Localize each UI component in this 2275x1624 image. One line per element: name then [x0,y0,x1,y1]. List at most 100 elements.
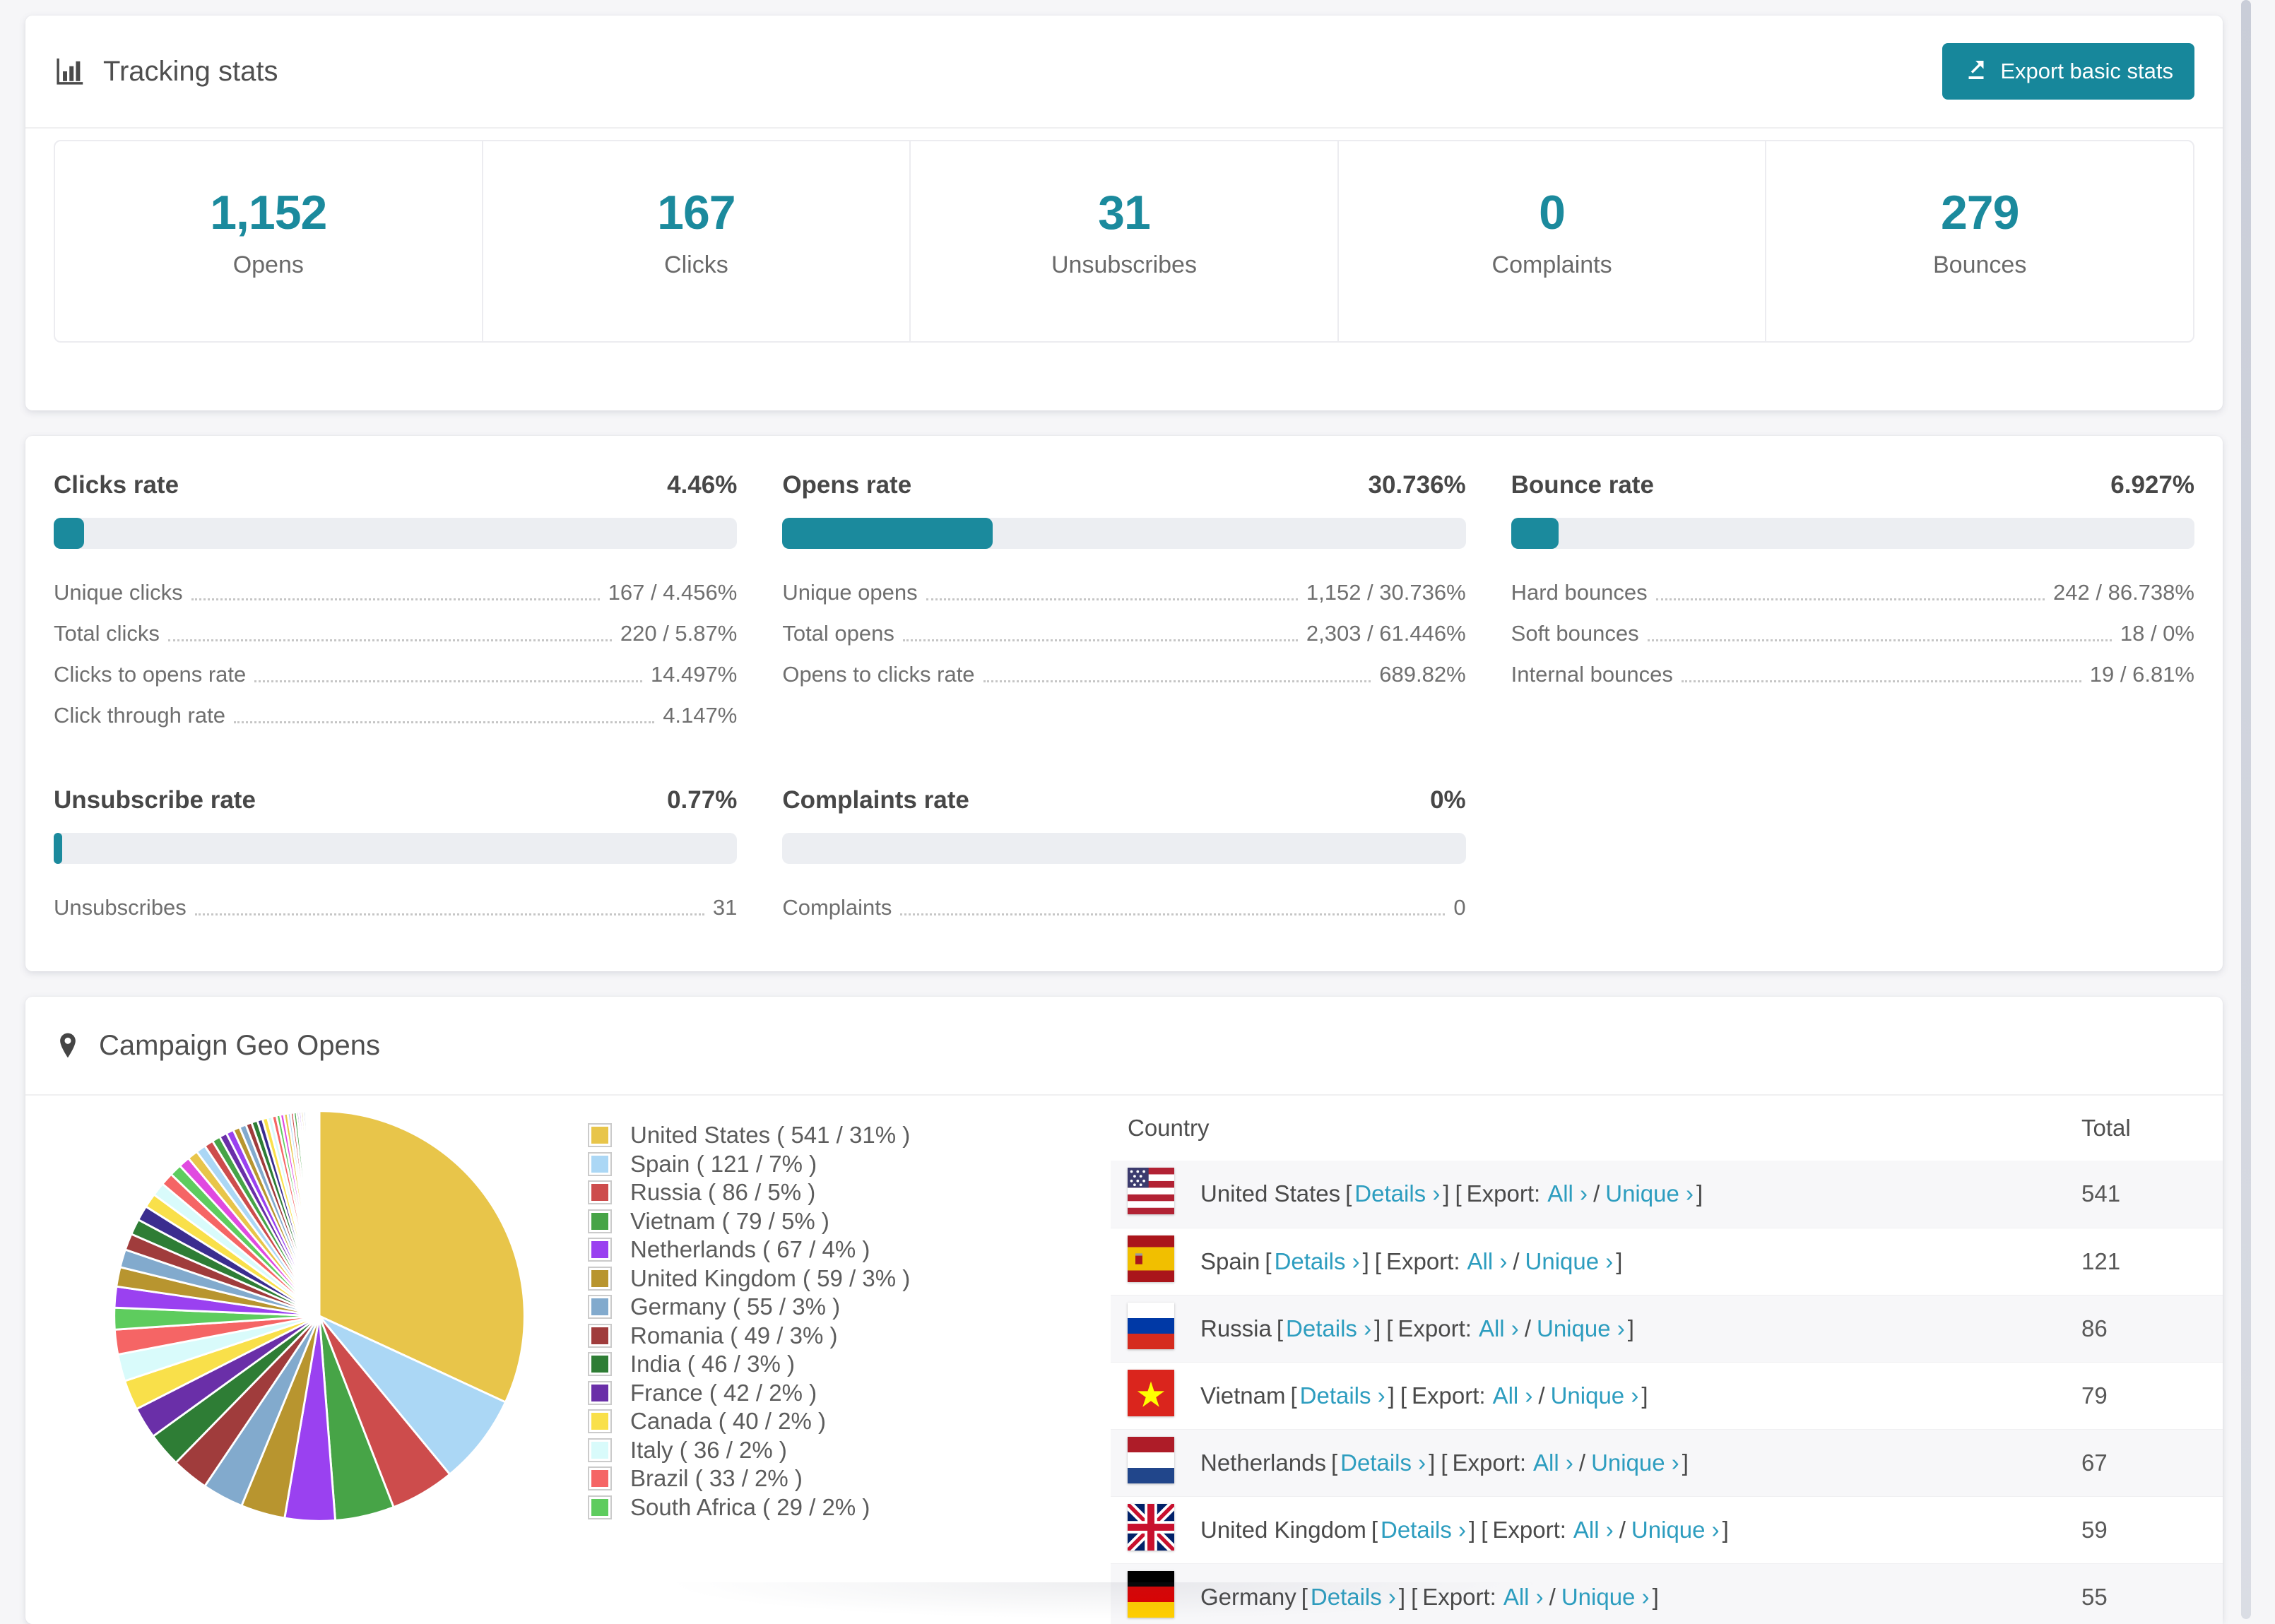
export-basic-stats-button[interactable]: Export basic stats [1942,43,2194,100]
map-pin-icon [54,1031,82,1060]
export-unique-link[interactable]: Unique › [1631,1517,1720,1543]
flag-es-icon [1128,1235,1174,1288]
rate-row-value: 14.497% [650,662,738,687]
geo-table-wrap: Country Total United States[Details ›][E… [1111,1096,2223,1624]
flag-nl-icon [1128,1436,1174,1489]
legend-label: United Kingdom ( 59 / 3% ) [630,1264,911,1291]
geo-opens-title: Campaign Geo Opens [99,1029,381,1061]
geo-table-row-vn: Vietnam[Details ›][Export: All › / Unique ›… [1111,1362,2223,1430]
page: Tracking stats Export basic stats 1,152 O… [0,0,2275,1624]
export-all-link[interactable]: All › [1479,1315,1519,1341]
rate-row-value: 2,303 / 61.446% [1306,621,1466,646]
legend-item: Spain ( 121 / 7% ) [588,1150,1111,1179]
legend-item: Vietnam ( 79 / 5% ) [588,1207,1111,1236]
export-prefix: Export: [1452,1449,1527,1476]
bracket: ] [1722,1516,1729,1543]
dotted-leader [926,598,1298,600]
bracket: ] [1469,1516,1476,1543]
rate-title: Clicks rate [54,471,179,499]
stat-label: Bounces [1933,251,2027,278]
export-unique-link[interactable]: Unique › [1605,1180,1694,1207]
export-unique-link[interactable]: Unique › [1561,1584,1650,1610]
geo-table-header-country: Country [1128,1115,1210,1141]
country-cell: Vietnam[Details ›][Export: All › / Unique ›… [1111,1362,2074,1430]
stat-label: Complaints [1491,251,1612,278]
flag-us-icon [1128,1168,1174,1220]
dotted-leader [233,721,655,723]
rate-head: Opens rate 30.736% [782,471,1465,499]
details-link[interactable]: Details › [1286,1315,1371,1341]
bracket: [ [1441,1449,1448,1476]
geo-opens-pie-chart[interactable] [107,1104,531,1528]
dotted-leader [194,913,704,915]
legend-item: India ( 46 / 3% ) [588,1350,1111,1379]
country-name: Vietnam [1200,1382,1286,1409]
country-cell: Spain[Details ›][Export: All › / Unique ›] [1111,1228,2074,1296]
stat-box-unsubscribes: 31 Unsubscribes [909,141,1337,341]
geo-pie-wrap [51,1096,588,1624]
legend-label: Brazil ( 33 / 2% ) [630,1465,803,1492]
rate-row-label: Unique opens [782,580,918,605]
scrollbar[interactable] [2241,0,2251,1619]
details-link[interactable]: Details › [1354,1180,1440,1207]
details-link[interactable]: Details › [1340,1450,1426,1476]
bracket: ] [1616,1247,1623,1274]
details-link[interactable]: Details › [1275,1248,1360,1274]
progress-track [1511,518,2194,549]
country-name: United Kingdom [1200,1516,1366,1543]
bracket: ] [1682,1449,1689,1476]
dotted-leader [191,598,600,600]
legend-item: Canada ( 40 / 2% ) [588,1407,1111,1436]
rate-row: Total opens 2,303 / 61.446% [782,621,1465,648]
rate-row: Hard bounces 242 / 86.738% [1511,580,2194,607]
geo-table-row-us: United States[Details ›][Export: All › / Un… [1111,1161,2223,1228]
legend-swatch [588,1180,612,1205]
geo-table-row-gb: United Kingdom[Details ›][Export: All › / U… [1111,1496,2223,1564]
export-all-link[interactable]: All › [1573,1517,1614,1543]
rate-row-value: 220 / 5.87% [620,621,738,646]
geo-table: Country Total United States[Details ›][E… [1111,1096,2223,1624]
legend-swatch [588,1238,612,1262]
stat-box-clicks: 167 Clicks [481,141,910,341]
rate-block-3: Unsubscribe rate 0.77% Unsubscribes 31 [54,769,738,922]
rate-block-1: Opens rate 30.736% Unique opens 1,152 / 30.… [782,454,1466,730]
export-unique-link[interactable]: Unique › [1591,1450,1679,1476]
export-all-link[interactable]: All › [1493,1382,1533,1409]
export-unique-link[interactable]: Unique › [1525,1248,1614,1274]
legend-label: India ( 46 / 3% ) [630,1351,795,1377]
export-unique-link[interactable]: Unique › [1537,1315,1625,1341]
rate-row: Unique opens 1,152 / 30.736% [782,580,1465,607]
rate-row-value: 4.147% [663,703,738,728]
rates-card: Clicks rate 4.46% Unique clicks 167 / 4.456… [25,436,2223,971]
rate-row-label: Total opens [782,621,894,646]
legend-item: Russia ( 86 / 5% ) [588,1178,1111,1207]
legend-label: United States ( 541 / 31% ) [630,1122,911,1149]
rate-row-label: Unsubscribes [54,895,187,920]
rate-row-label: Unique clicks [54,580,183,605]
total-cell: 79 [2074,1362,2223,1430]
rate-row: Complaints 0 [782,895,1465,922]
bracket: ] [1388,1382,1395,1409]
details-link[interactable]: Details › [1300,1382,1385,1409]
bracket: [ [1481,1516,1488,1543]
total-cell: 541 [2074,1161,2223,1228]
export-unique-link[interactable]: Unique › [1551,1382,1639,1409]
total-cell: 55 [2074,1563,2223,1624]
legend-swatch [588,1466,612,1491]
export-prefix: Export: [1492,1516,1566,1543]
export-all-link[interactable]: All › [1467,1248,1508,1274]
bracket: ] [1362,1247,1369,1274]
slash: / [1513,1247,1520,1274]
export-all-link[interactable]: All › [1533,1450,1573,1476]
rate-row-value: 1,152 / 30.736% [1306,580,1466,605]
bracket: ] [1429,1449,1436,1476]
geo-table-header-total: Total [2081,1115,2131,1141]
progress-track [782,833,1466,864]
rate-head: Clicks rate 4.46% [54,471,737,499]
progress-track [54,518,738,549]
export-all-link[interactable]: All › [1547,1180,1588,1207]
details-link[interactable]: Details › [1381,1517,1466,1543]
rate-rows: Unsubscribes 31 [54,895,737,922]
rate-percentage: 0% [1430,786,1466,814]
rate-row: Unsubscribes 31 [54,895,737,922]
